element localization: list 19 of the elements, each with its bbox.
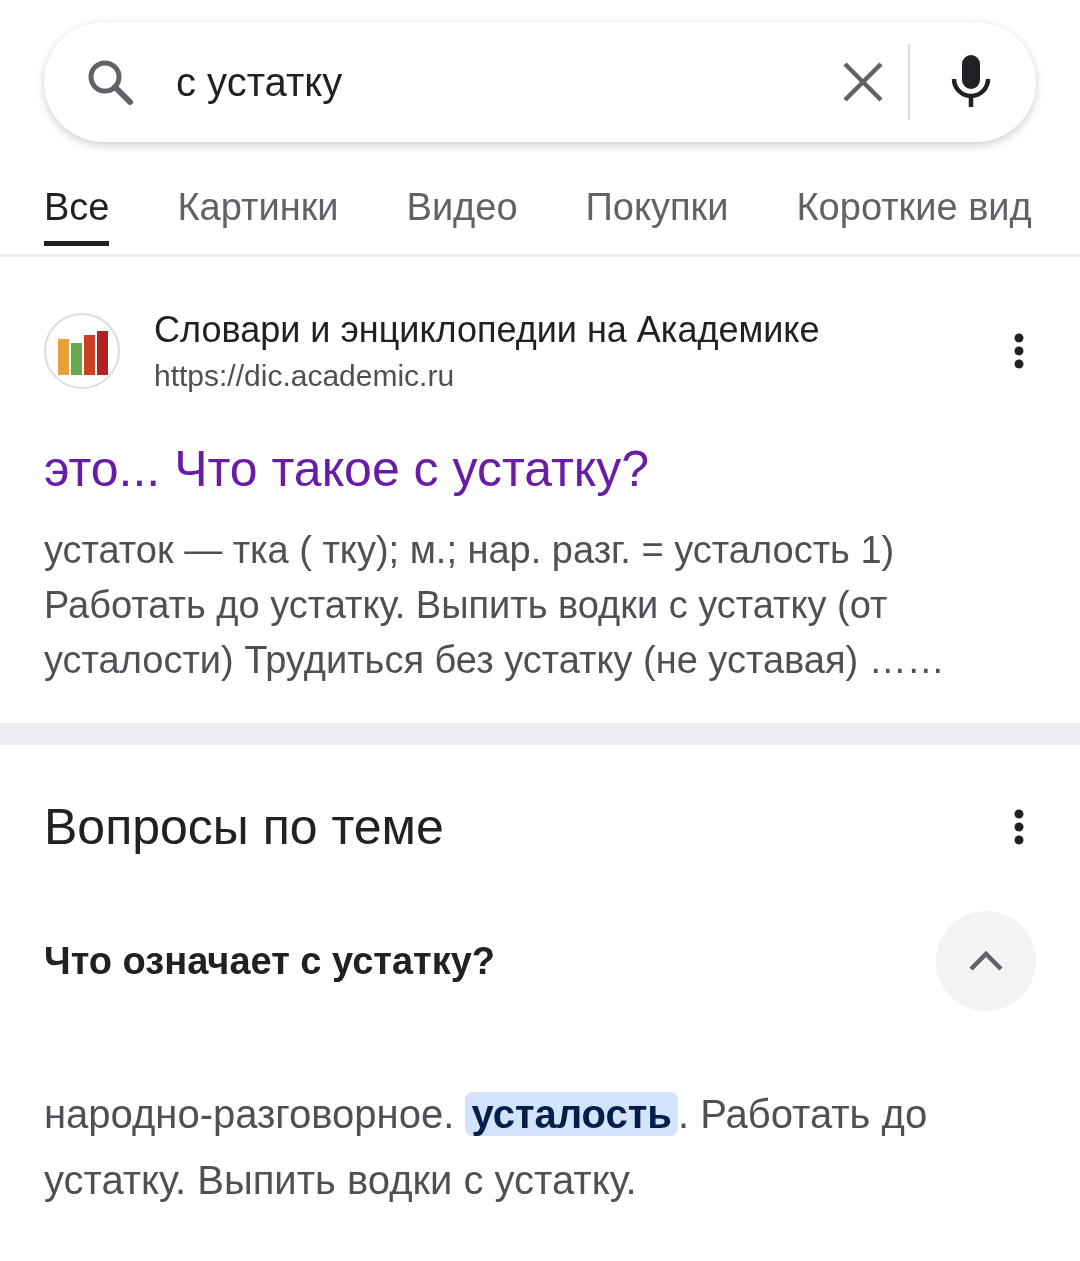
tab[interactable]: Видео <box>406 142 518 246</box>
chevron-up-icon <box>968 950 1004 972</box>
search-field[interactable]: с устатку <box>174 58 842 106</box>
more-icon[interactable] <box>1014 809 1024 845</box>
tab[interactable]: Все <box>44 142 110 246</box>
site-name: Словари и энциклопедии на Академике <box>154 309 821 351</box>
microphone-icon[interactable] <box>950 55 992 109</box>
tab[interactable]: Картинки <box>177 142 339 246</box>
more-icon[interactable] <box>1014 333 1024 369</box>
tab[interactable]: Покупки <box>585 142 729 246</box>
section-heading: Вопросы по теме <box>44 798 444 856</box>
close-icon[interactable] <box>842 61 884 103</box>
tab[interactable]: Короткие вид <box>796 142 1032 246</box>
result-snippet: устаток — тка ( тку); м.; нар. разг. = усталость 1) Работать до устатку. Выпить водки с устатку (от усталости) Трудиться без устатку (не уставая) …… <box>44 528 946 683</box>
question-text[interactable]: Что означает с устатку? <box>44 939 496 983</box>
site-url: https://dic.academic.ru <box>154 359 456 393</box>
result-title-link[interactable]: это... Что такое с устатку? <box>44 437 1036 501</box>
books-icon <box>44 313 120 389</box>
answer-text: народно-разговорное. усталость. Работать до устатку. Выпить водки с устатку. <box>44 1091 929 1204</box>
